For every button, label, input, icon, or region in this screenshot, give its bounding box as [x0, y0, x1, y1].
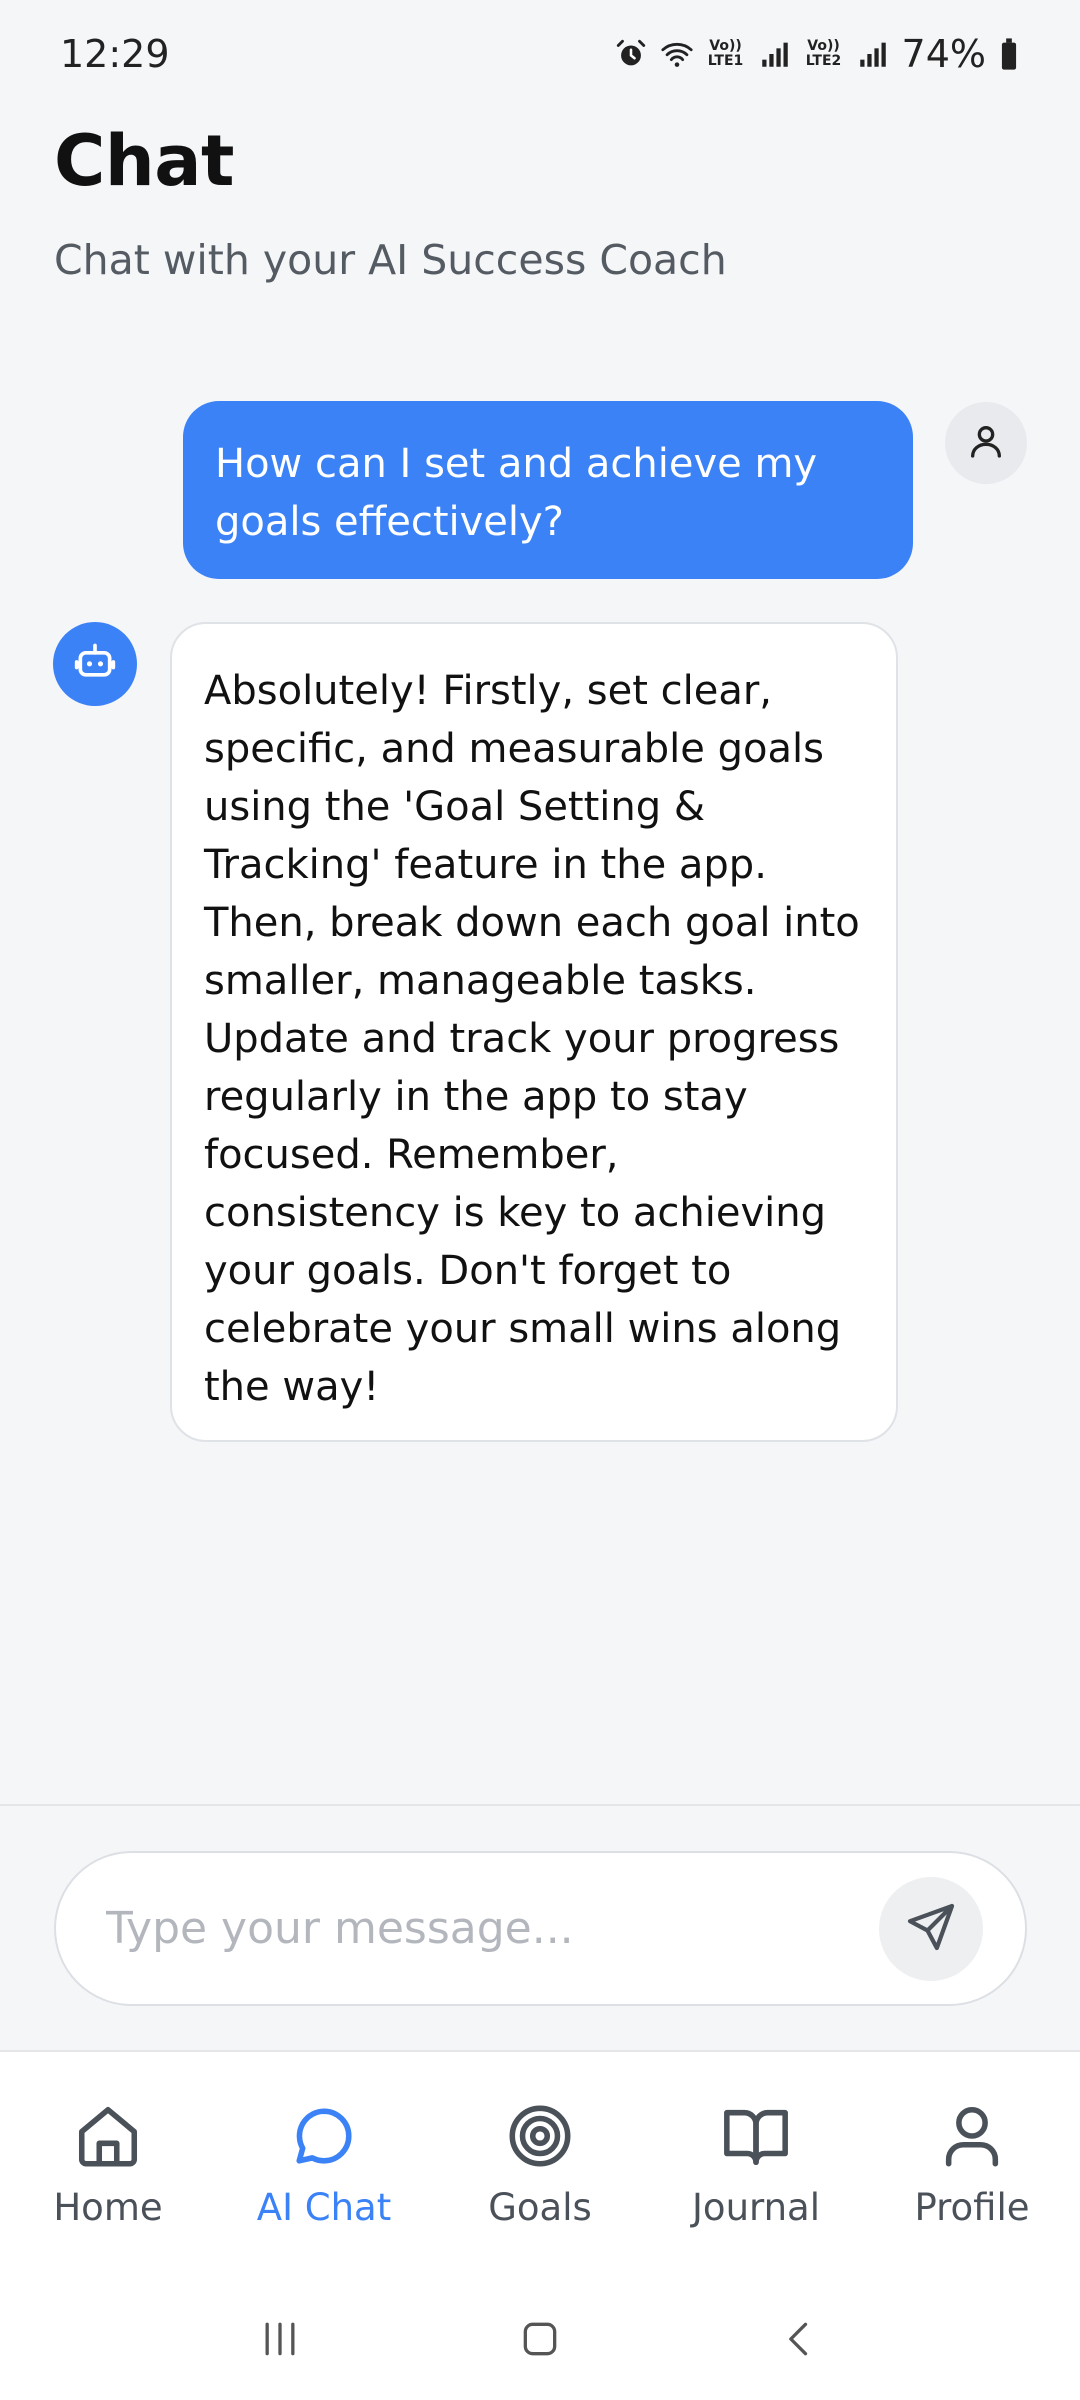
- back-button[interactable]: [760, 2311, 840, 2371]
- user-message-bubble: How can I set and achieve my goals effec…: [183, 401, 913, 579]
- bot-avatar: [53, 622, 137, 706]
- nav-label-journal: Journal: [692, 2186, 820, 2229]
- composer-divider: [0, 1804, 1080, 1806]
- status-time: 12:29: [60, 32, 170, 76]
- chat-bubble-icon: [288, 2100, 360, 2172]
- send-icon: [903, 1899, 959, 1959]
- composer-bar: [54, 1851, 1027, 2006]
- home-system-button[interactable]: [500, 2311, 580, 2371]
- signal-icon-2: [856, 37, 890, 71]
- send-button[interactable]: [879, 1876, 983, 1981]
- person-icon: [966, 421, 1006, 465]
- chevron-left-icon: [778, 2317, 822, 2365]
- sim2-label: Vo)) LTE2: [805, 38, 842, 69]
- robot-icon: [73, 640, 117, 688]
- page-title: Chat: [54, 120, 234, 202]
- bottom-nav: Home AI Chat Goals Journal Profile: [0, 2050, 1080, 2282]
- status-bar: 12:29 Vo)) LTE1 Vo)) LTE2 74%: [0, 0, 1080, 108]
- nav-item-ai-chat[interactable]: AI Chat: [224, 2100, 424, 2229]
- nav-label-goals: Goals: [488, 2186, 592, 2229]
- alarm-icon: [614, 37, 648, 71]
- status-icons: Vo)) LTE1 Vo)) LTE2 74%: [614, 32, 1020, 76]
- nav-label-ai-chat: AI Chat: [256, 2186, 392, 2229]
- message-input[interactable]: [106, 1903, 879, 1954]
- nav-label-home: Home: [53, 2186, 163, 2229]
- signal-icon-1: [758, 37, 792, 71]
- wifi-icon: [660, 37, 694, 71]
- nav-item-goals[interactable]: Goals: [440, 2100, 640, 2229]
- sim1-label: Vo)) LTE1: [707, 38, 744, 69]
- page-subtitle: Chat with your AI Success Coach: [54, 236, 727, 284]
- target-icon: [504, 2100, 576, 2172]
- nav-label-profile: Profile: [914, 2186, 1030, 2229]
- battery-icon: [998, 37, 1020, 71]
- book-icon: [720, 2100, 792, 2172]
- home-icon: [72, 2100, 144, 2172]
- square-home-icon: [518, 2317, 562, 2365]
- user-avatar: [945, 402, 1027, 484]
- system-nav-bar: [0, 2282, 1080, 2400]
- nav-item-home[interactable]: Home: [8, 2100, 208, 2229]
- person-icon: [936, 2100, 1008, 2172]
- bot-message-bubble: Absolutely! Firstly, set clear, specific…: [170, 622, 898, 1442]
- nav-item-journal[interactable]: Journal: [656, 2100, 856, 2229]
- recent-apps-button[interactable]: [240, 2311, 320, 2371]
- recent-apps-icon: [258, 2317, 302, 2365]
- nav-item-profile[interactable]: Profile: [872, 2100, 1072, 2229]
- battery-percent: 74%: [901, 32, 986, 76]
